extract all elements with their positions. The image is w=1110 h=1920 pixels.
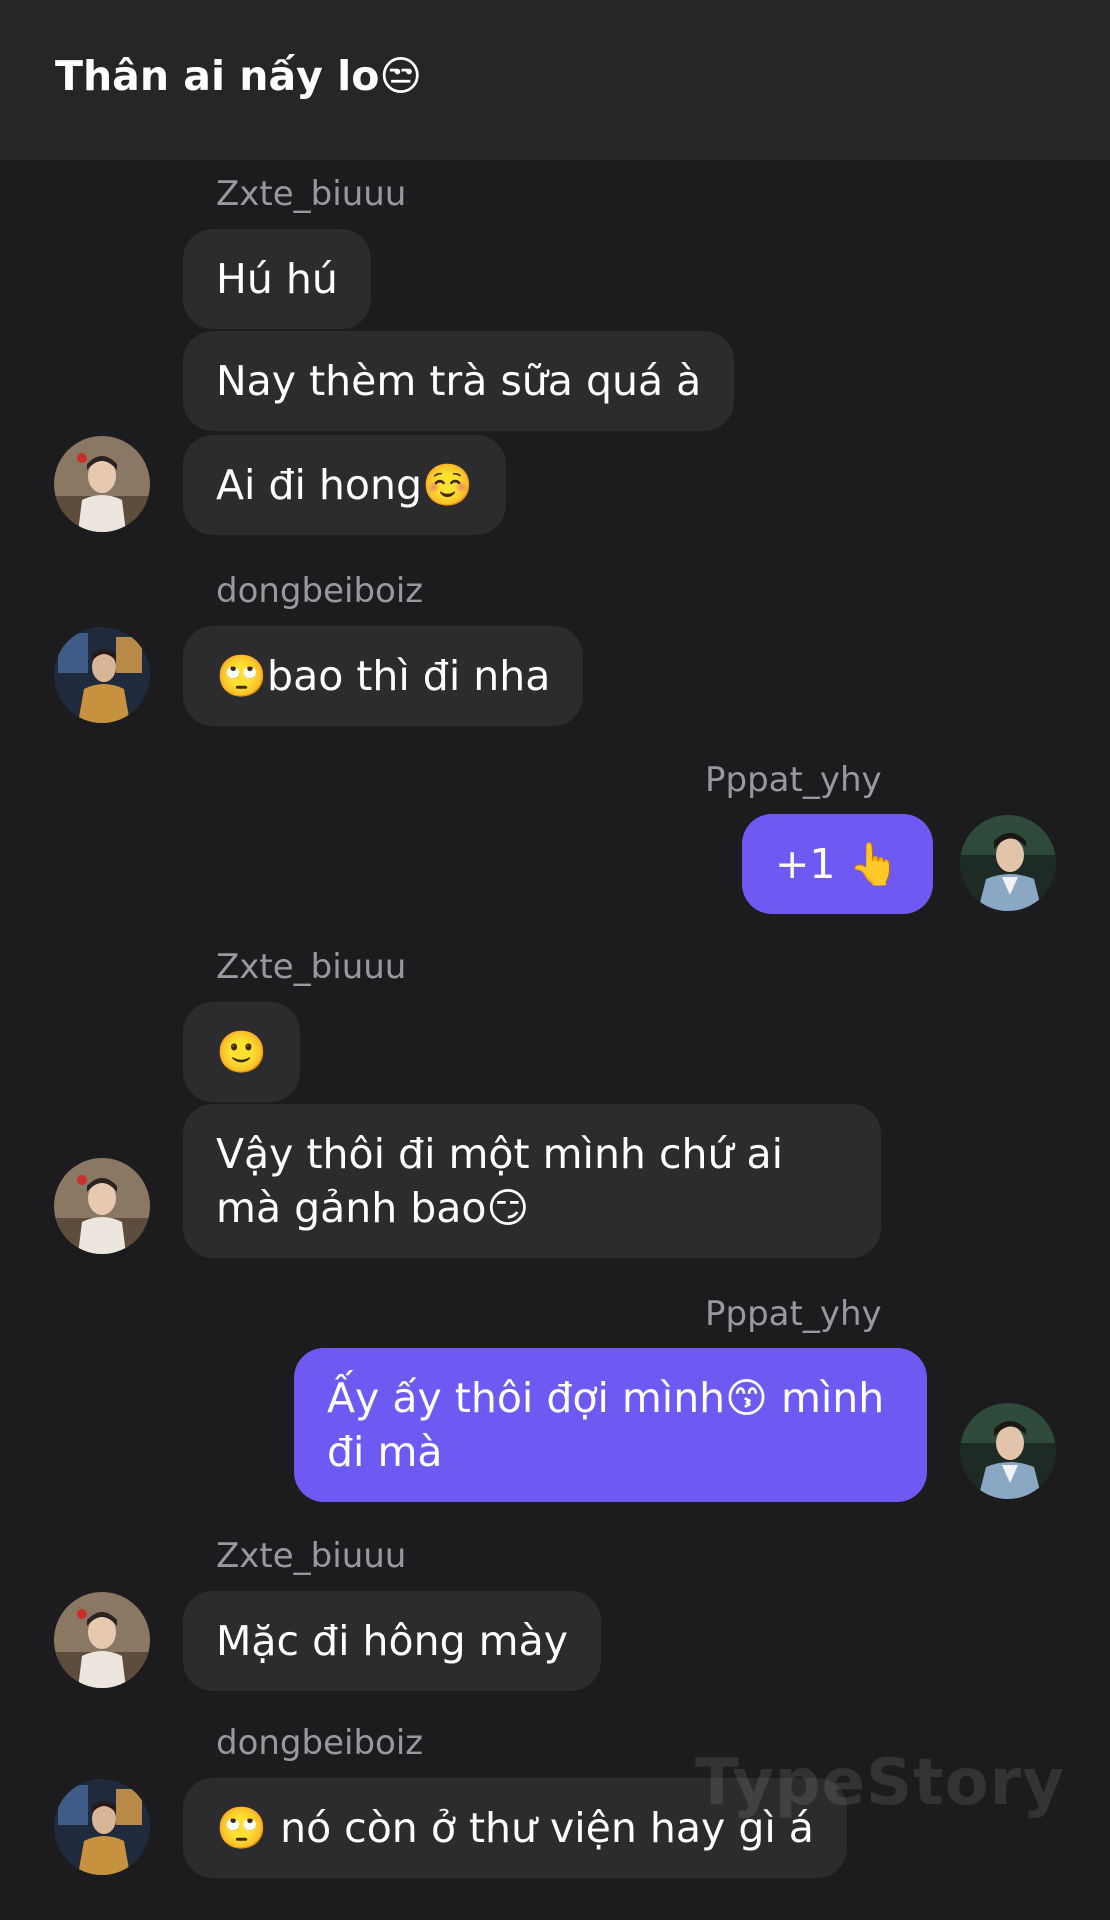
avatar-dong[interactable] <box>54 627 150 723</box>
chat-header: Thân ai nấy lo😒 <box>0 0 1110 160</box>
message-bubble[interactable]: Ấy ấy thôi đợi mình😙 mình đi mà <box>294 1348 927 1502</box>
message-bubble[interactable]: Ai đi hong☺️ <box>183 435 507 535</box>
sender-name: Zxte_biuuu <box>216 947 407 987</box>
sender-name: Pppat_yhy <box>705 760 882 800</box>
avatar-zxte[interactable] <box>54 436 150 532</box>
avatar-dong[interactable] <box>54 1779 150 1875</box>
message-bubble[interactable]: +1 👆 <box>742 814 933 914</box>
avatar-zxte[interactable] <box>54 1158 150 1254</box>
sender-name: dongbeiboiz <box>216 571 424 611</box>
watermark-logo: TypeStory <box>695 1746 1065 1820</box>
message-bubble[interactable]: Mặc đi hông mày <box>183 1591 601 1691</box>
avatar-pppat[interactable] <box>960 1403 1056 1499</box>
message-bubble[interactable]: Vậy thôi đi một mình chứ ai mà gảnh bao😏 <box>183 1104 881 1258</box>
avatar-pppat[interactable] <box>960 815 1056 911</box>
message-bubble[interactable]: 🙂 <box>183 1002 301 1102</box>
chat-title: Thân ai nấy lo😒 <box>55 52 423 100</box>
sender-name: Pppat_yhy <box>705 1294 882 1334</box>
sender-name: Zxte_biuuu <box>216 174 407 214</box>
sender-name: dongbeiboiz <box>216 1723 424 1763</box>
message-bubble[interactable]: Hú hú <box>183 229 371 329</box>
sender-name: Zxte_biuuu <box>216 1536 407 1576</box>
message-bubble[interactable]: Nay thèm trà sữa quá à <box>183 331 735 431</box>
message-bubble[interactable]: 🙄bao thì đi nha <box>183 626 584 726</box>
avatar-zxte[interactable] <box>54 1592 150 1688</box>
